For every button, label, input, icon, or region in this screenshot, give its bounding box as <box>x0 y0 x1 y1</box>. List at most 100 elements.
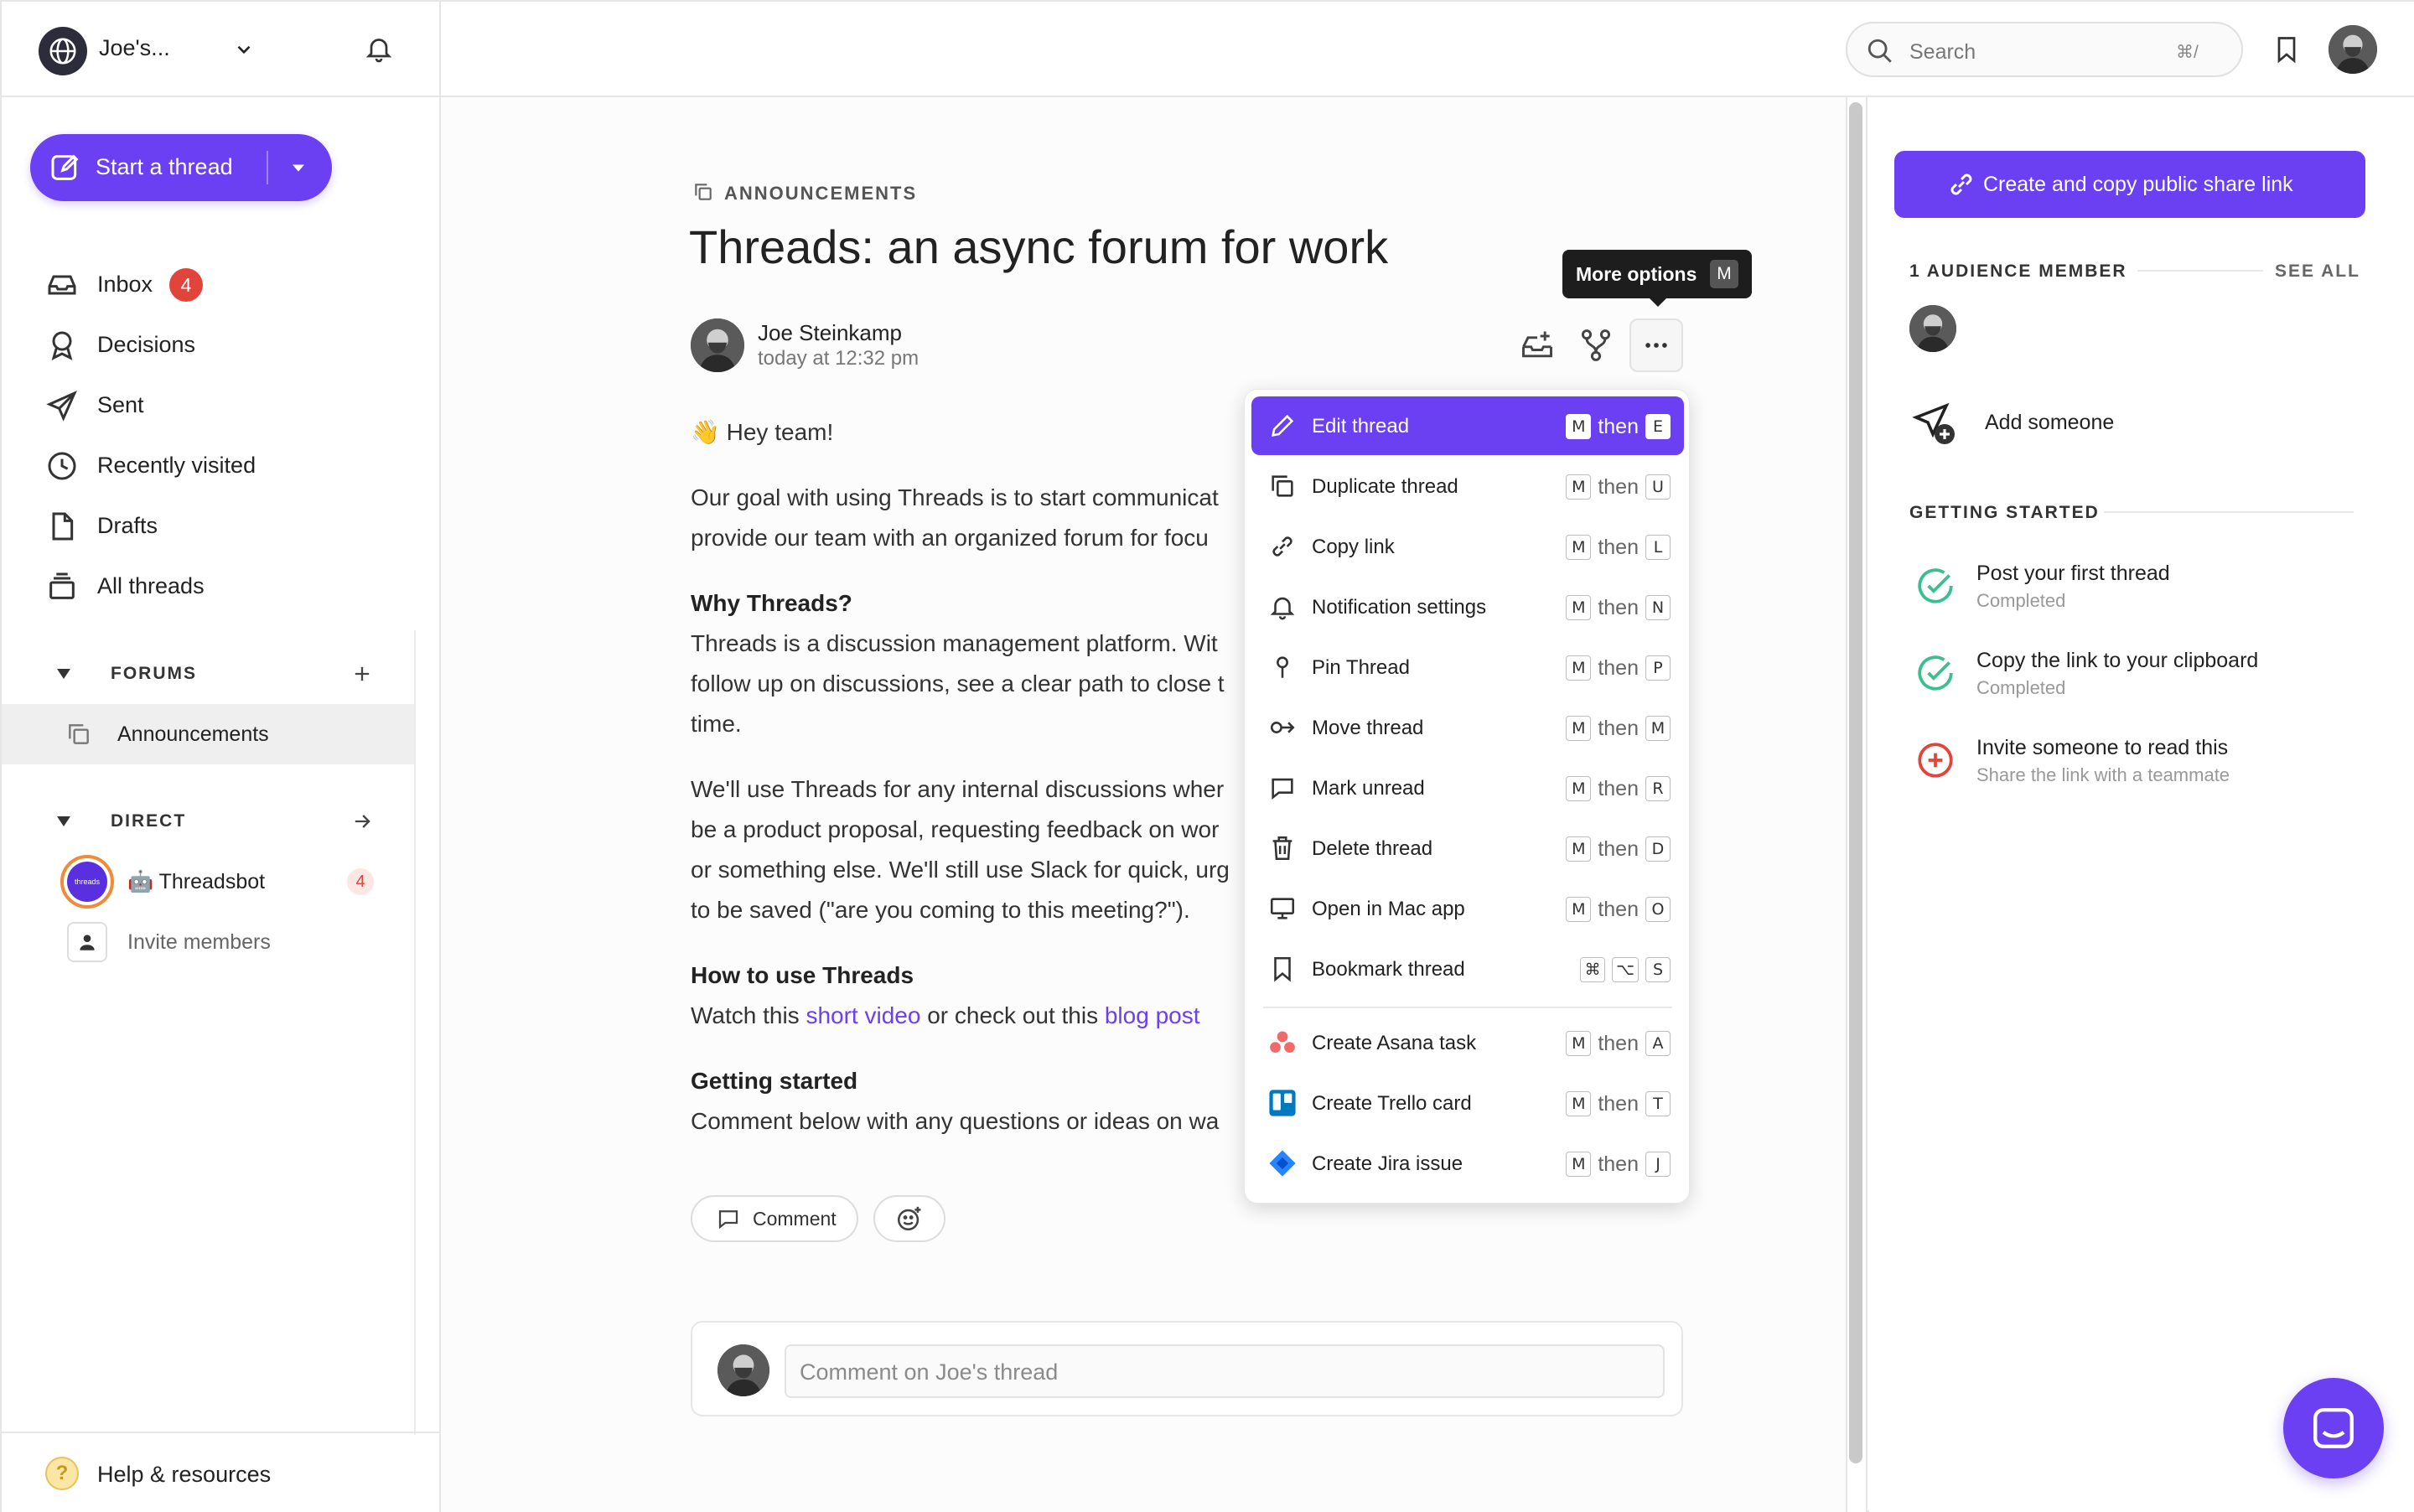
shortcut-keys: Mthen J <box>1566 1151 1671 1178</box>
bookmark-icon[interactable] <box>2272 34 2302 65</box>
add-someone-button[interactable]: Add someone <box>1909 399 2245 458</box>
tooltip-arrow <box>1650 298 1666 307</box>
dm-count-badge: 4 <box>347 868 374 895</box>
key: M <box>1566 414 1592 439</box>
key: L <box>1645 535 1671 560</box>
scrollbar-thumb[interactable] <box>1849 102 1862 1463</box>
bookmark-icon <box>1274 956 1291 982</box>
author-name[interactable]: Joe Steinkamp <box>758 320 902 346</box>
menu-separator <box>1263 1007 1672 1008</box>
menu-item-delete-thread[interactable]: Delete thread Mthen D <box>1251 819 1684 878</box>
menu-item-label: Copy link <box>1312 536 1395 558</box>
collapse-triangle-icon[interactable] <box>55 667 72 681</box>
add-reaction-button[interactable] <box>873 1195 945 1242</box>
direct-item-threadsbot[interactable]: threads 🤖 Threadsbot 4 <box>60 855 396 909</box>
menu-item-create-trello-card[interactable]: Create Trello card Mthen T <box>1251 1074 1684 1132</box>
key: R <box>1645 776 1671 801</box>
key: M <box>1566 1091 1592 1116</box>
shortcut-keys: Mthen R <box>1566 775 1671 802</box>
file-icon <box>52 512 74 541</box>
more-options-button[interactable] <box>1629 318 1683 372</box>
short-video-link[interactable]: short video <box>806 1002 920 1028</box>
comment-input[interactable]: Comment on Joe's thread <box>785 1344 1665 1398</box>
pencil-icon <box>1272 414 1294 437</box>
step-status: Completed <box>1976 590 2066 611</box>
step-post-first-thread[interactable]: Post your first thread Completed <box>1914 562 2367 620</box>
menu-item-pin-thread[interactable]: Pin Thread Mthen P <box>1251 638 1684 696</box>
search-shortcut: ⌘/ <box>2176 43 2199 62</box>
arrow-right-icon[interactable] <box>350 810 374 833</box>
forum-label: Announcements <box>117 722 269 746</box>
chevron-down-icon[interactable] <box>233 39 255 60</box>
author-avatar[interactable] <box>691 318 744 372</box>
menu-item-copy-link[interactable]: Copy link Mthen L <box>1251 517 1684 576</box>
sidebar-item-inbox[interactable]: Inbox 4 <box>45 261 414 308</box>
send-icon <box>46 391 77 422</box>
menu-item-open-in-mac-app[interactable]: Open in Mac app Mthen O <box>1251 879 1684 938</box>
shortcut-keys: Mthen D <box>1566 836 1671 862</box>
forums-section-header[interactable]: FORUMS <box>55 657 391 691</box>
menu-item-create-asana-task[interactable]: Create Asana task Mthen A <box>1251 1013 1684 1072</box>
step-invite-someone[interactable]: Invite someone to read this Share the li… <box>1914 736 2367 795</box>
direct-label: DIRECT <box>111 811 187 831</box>
user-avatar[interactable] <box>2329 25 2377 74</box>
invite-members-item[interactable]: Invite members <box>67 920 402 964</box>
paragraph-line: follow up on discussions, see a clear pa… <box>691 671 1225 696</box>
menu-item-edit-thread[interactable]: Edit thread Mthen E <box>1251 396 1684 455</box>
sidebar-item-decisions[interactable]: Decisions <box>45 322 414 369</box>
header-rule <box>2137 270 2263 272</box>
menu-item-create-jira-issue[interactable]: Create Jira issue Mthen J <box>1251 1134 1684 1193</box>
branch-icon[interactable] <box>1577 327 1614 364</box>
create-share-link-button[interactable]: Create and copy public share link <box>1894 151 2365 218</box>
collapse-triangle-icon[interactable] <box>55 815 72 828</box>
greeting-text: 👋 Hey team! <box>691 419 834 445</box>
sidebar-item-label: All threads <box>97 573 205 598</box>
support-chat-button[interactable] <box>2283 1378 2384 1478</box>
link-icon <box>1272 536 1292 557</box>
step-copy-link[interactable]: Copy the link to your clipboard Complete… <box>1914 649 2367 707</box>
paragraph-line: Comment below with any questions or idea… <box>691 1108 1220 1134</box>
help-resources-item[interactable]: ? Help & resources <box>2 1432 439 1512</box>
threadsbot-avatar-text: threads <box>67 862 107 902</box>
sidebar: Joe's... Start a thread Inbox 4 Decision… <box>2 2 441 1512</box>
menu-item-duplicate-thread[interactable]: Duplicate thread Mthen U <box>1251 457 1684 515</box>
sidebar-item-recently-visited[interactable]: Recently visited <box>45 443 414 489</box>
header-rule <box>2104 511 2354 513</box>
menu-item-bookmark-thread[interactable]: Bookmark thread ⌘ ⌥ S <box>1251 940 1684 998</box>
sidebar-item-sent[interactable]: Sent <box>45 382 414 429</box>
sidebar-item-drafts[interactable]: Drafts <box>45 503 414 550</box>
key: M <box>1566 1031 1592 1056</box>
inbox-add-icon[interactable] <box>1519 327 1556 364</box>
comment-composer: Comment on Joe's thread <box>691 1321 1683 1416</box>
key-then: then <box>1598 776 1639 800</box>
start-thread-button[interactable]: Start a thread <box>30 134 332 201</box>
bell-icon[interactable] <box>364 34 394 64</box>
comment-button[interactable]: Comment <box>691 1195 858 1242</box>
caret-down-icon[interactable] <box>287 156 310 179</box>
blog-post-link[interactable]: blog post <box>1105 1002 1200 1028</box>
sidebar-item-all-threads[interactable]: All threads <box>45 563 414 610</box>
dm-name: 🤖 Threadsbot <box>127 870 266 893</box>
menu-item-notification-settings[interactable]: Notification settings Mthen N <box>1251 577 1684 636</box>
how-line: Watch this short video or check out this… <box>691 996 1200 1036</box>
search-input[interactable]: Search ⌘/ <box>1846 22 2243 77</box>
add-someone-label: Add someone <box>1985 411 2115 434</box>
direct-section-header[interactable]: DIRECT <box>55 805 391 838</box>
menu-item-move-thread[interactable]: Move thread Mthen M <box>1251 698 1684 757</box>
ellipsis-icon <box>1645 343 1667 348</box>
trello-icon <box>1269 1090 1296 1116</box>
key: ⌥ <box>1612 957 1639 982</box>
workspace-name[interactable]: Joe's... <box>99 35 170 61</box>
key: T <box>1645 1091 1671 1116</box>
add-forum-plus-icon[interactable] <box>350 662 374 686</box>
menu-item-mark-unread[interactable]: Mark unread Mthen R <box>1251 759 1684 817</box>
key-then: then <box>1598 716 1639 740</box>
see-all-link[interactable]: SEE ALL <box>2275 261 2360 282</box>
key: ⌘ <box>1580 957 1606 982</box>
invite-label: Invite members <box>127 930 271 954</box>
sidebar-item-announcements[interactable]: Announcements <box>2 704 414 764</box>
step-status: Completed <box>1976 677 2066 698</box>
workspace-globe-icon[interactable] <box>39 27 87 75</box>
audience-member-avatar[interactable] <box>1909 305 1956 352</box>
ribbon-icon <box>51 331 73 360</box>
